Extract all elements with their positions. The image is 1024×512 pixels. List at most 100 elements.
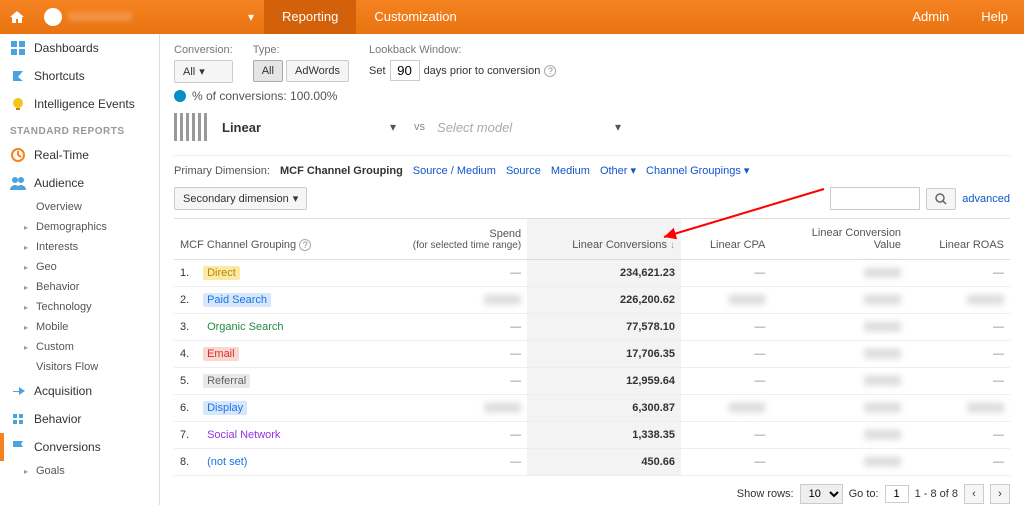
dimension-link[interactable]: Source [506, 165, 541, 177]
cell-value: 6,300.87 [632, 402, 675, 414]
sidebar-sub-visitors-flow[interactable]: Visitors Flow [0, 357, 159, 377]
sidebar-sub-behavior[interactable]: ▸Behavior [0, 277, 159, 297]
pager: Show rows: 10 Go to: 1 - 8 of 8 ‹ › [174, 476, 1010, 512]
advanced-link[interactable]: advanced [962, 193, 1010, 205]
row-index: 2. [180, 294, 200, 306]
sidebar-sub-label: Visitors Flow [36, 361, 98, 373]
cell-value: 77,578.10 [626, 321, 675, 333]
next-page-button[interactable]: › [990, 484, 1010, 504]
channel-chip[interactable]: Paid Search [203, 293, 271, 307]
sidebar-sub-goals[interactable]: ▸Goals [0, 461, 159, 481]
channel-chip[interactable]: Organic Search [203, 320, 287, 334]
help-link[interactable]: Help [965, 0, 1024, 34]
sidebar-item-behavior[interactable]: Behavior [0, 405, 159, 433]
sidebar-label: Audience [34, 176, 84, 190]
type-all-button[interactable]: All [253, 60, 283, 82]
empty-value: — [510, 456, 521, 468]
sidebar-sub-label: Custom [36, 341, 74, 353]
type-label: Type: [253, 44, 349, 56]
dimension-link[interactable]: Medium [551, 165, 590, 177]
row-index: 5. [180, 375, 200, 387]
sidebar-label: Real-Time [34, 148, 89, 162]
model-icon [174, 113, 210, 141]
account-selector[interactable]: XXXXXXXX ▾ [34, 0, 264, 34]
lookback-label: Lookback Window: [369, 44, 556, 56]
sidebar-item-intelligence[interactable]: Intelligence Events [0, 90, 159, 118]
sidebar: Dashboards Shortcuts Intelligence Events… [0, 34, 160, 505]
dimension-link[interactable]: Other ▾ [600, 164, 636, 177]
channel-chip[interactable]: Direct [203, 266, 240, 280]
redacted-value: 000000 [864, 456, 901, 468]
col-value[interactable]: Linear ConversionValue [771, 219, 907, 260]
sidebar-item-dashboards[interactable]: Dashboards [0, 34, 159, 62]
sidebar-sub-geo[interactable]: ▸Geo [0, 257, 159, 277]
sort-down-icon: ↓ [670, 240, 675, 251]
table-row: 5. Referral—12,959.64—000000— [174, 368, 1010, 395]
redacted-value: 000000 [967, 294, 1004, 306]
conversion-select[interactable]: All ▾ [174, 60, 233, 83]
type-adwords-button[interactable]: AdWords [286, 60, 349, 82]
chevron-right-icon: ▸ [24, 283, 32, 292]
channel-chip[interactable]: Display [203, 401, 247, 415]
home-button[interactable] [0, 0, 34, 34]
dimension-channel-groupings[interactable]: Channel Groupings ▾ [646, 164, 749, 177]
search-button[interactable] [926, 188, 956, 210]
channel-chip[interactable]: Referral [203, 374, 250, 388]
row-index: 4. [180, 348, 200, 360]
redacted-value: 000000 [729, 402, 766, 414]
admin-link[interactable]: Admin [896, 0, 965, 34]
col-spend[interactable]: Spend(for selected time range) [366, 219, 527, 260]
table-row: 3. Organic Search—77,578.10—000000— [174, 314, 1010, 341]
empty-value: — [754, 321, 765, 333]
sidebar-item-audience[interactable]: Audience [0, 169, 159, 197]
sidebar-sub-overview[interactable]: Overview [0, 197, 159, 217]
sidebar-sub-interests[interactable]: ▸Interests [0, 237, 159, 257]
channel-chip[interactable]: Email [203, 347, 239, 361]
secondary-dimension-select[interactable]: Secondary dimension ▾ [174, 187, 307, 210]
cell-value: 234,621.23 [620, 267, 675, 279]
chevron-right-icon: ▸ [24, 223, 32, 232]
empty-value: — [754, 429, 765, 441]
sidebar-sub-custom[interactable]: ▸ Custom [0, 337, 159, 357]
rows-select[interactable]: 10 [800, 484, 843, 504]
sidebar-item-shortcuts[interactable]: Shortcuts [0, 62, 159, 90]
chevron-right-icon: ▸ [24, 343, 32, 352]
model-dropdown[interactable]: ▾ [384, 116, 402, 138]
search-input[interactable] [830, 187, 920, 210]
channel-chip[interactable]: Social Network [203, 428, 284, 442]
sidebar-sub-technology[interactable]: ▸Technology [0, 297, 159, 317]
home-icon [9, 9, 25, 25]
sidebar-sub-label: Demographics [36, 221, 107, 233]
redacted-value: 000000 [484, 294, 521, 306]
goto-input[interactable] [885, 485, 909, 503]
dimension-link[interactable]: Source / Medium [413, 165, 496, 177]
sidebar-item-realtime[interactable]: Real-Time [0, 141, 159, 169]
col-channel[interactable]: MCF Channel Grouping ? [174, 219, 366, 260]
clock-icon [10, 147, 26, 163]
lookback-set: Set [369, 65, 386, 77]
sidebar-sub-demographics[interactable]: ▸ Demographics [0, 217, 159, 237]
sidebar-item-acquisition[interactable]: Acquisition [0, 377, 159, 405]
col-cpa[interactable]: Linear CPA [681, 219, 771, 260]
col-roas[interactable]: Linear ROAS [907, 219, 1010, 260]
lookback-input[interactable] [390, 60, 420, 81]
help-icon[interactable]: ? [544, 65, 556, 77]
goto-label: Go to: [849, 488, 879, 500]
table-row: 7. Social Network—1,338.35—000000— [174, 422, 1010, 449]
model-selected: Linear [222, 120, 372, 135]
dashboard-icon [10, 40, 26, 56]
model-compare-dropdown[interactable]: ▾ [609, 116, 627, 138]
col-conversions[interactable]: Linear Conversions ↓ [527, 219, 681, 260]
prev-page-button[interactable]: ‹ [964, 484, 984, 504]
tab-reporting[interactable]: Reporting [264, 0, 356, 34]
dimension-active: MCF Channel Grouping [280, 165, 403, 177]
tab-customization[interactable]: Customization [356, 0, 474, 34]
channel-chip[interactable]: (not set) [203, 455, 251, 469]
help-icon[interactable]: ? [299, 239, 311, 251]
sidebar-sub-label: Geo [36, 261, 57, 273]
sidebar-sub-label: Overview [36, 201, 82, 213]
sidebar-sub-mobile[interactable]: ▸Mobile [0, 317, 159, 337]
primary-dimension-label: Primary Dimension: [174, 165, 270, 177]
top-bar: XXXXXXXX ▾ Reporting Customization Admin… [0, 0, 1024, 34]
sidebar-item-conversions[interactable]: Conversions [0, 433, 159, 461]
